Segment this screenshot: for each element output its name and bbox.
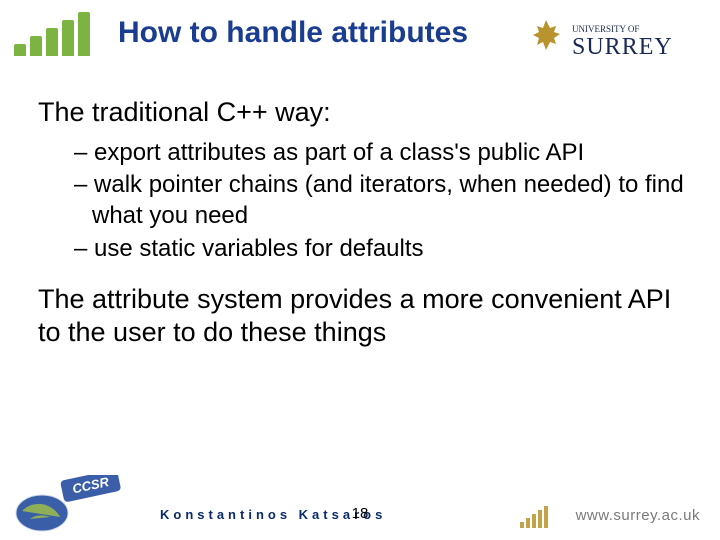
- university-name-text: SURREY: [572, 34, 673, 60]
- slide-header: How to handle attributes UNIVERSITY OF S…: [0, 10, 720, 70]
- page-number: 18: [352, 505, 369, 522]
- bullet-item: use static variables for defaults: [38, 234, 690, 265]
- university-logo: UNIVERSITY OF SURREY: [532, 16, 702, 62]
- intro-line: The traditional C++ way:: [38, 96, 690, 130]
- bullet-item: walk pointer chains (and iterators, when…: [38, 170, 690, 231]
- summary-line: The attribute system provides a more con…: [38, 283, 690, 351]
- bullet-list: export attributes as part of a class's p…: [38, 138, 690, 265]
- slide-footer: CCSR Konstantinos Katsaros 18 www.surrey…: [0, 476, 720, 540]
- university-top-text: UNIVERSITY OF: [572, 24, 639, 34]
- bullet-item: export attributes as part of a class's p…: [38, 138, 690, 169]
- site-url: www.surrey.ac.uk: [576, 507, 700, 524]
- slide: How to handle attributes UNIVERSITY OF S…: [0, 0, 720, 540]
- slide-title: How to handle attributes: [118, 16, 468, 50]
- footer-signal-icon: [520, 506, 550, 528]
- ccsr-logo: CCSR: [10, 475, 130, 538]
- slide-body: The traditional C++ way: export attribut…: [38, 96, 690, 358]
- signal-bars-icon: [14, 12, 94, 56]
